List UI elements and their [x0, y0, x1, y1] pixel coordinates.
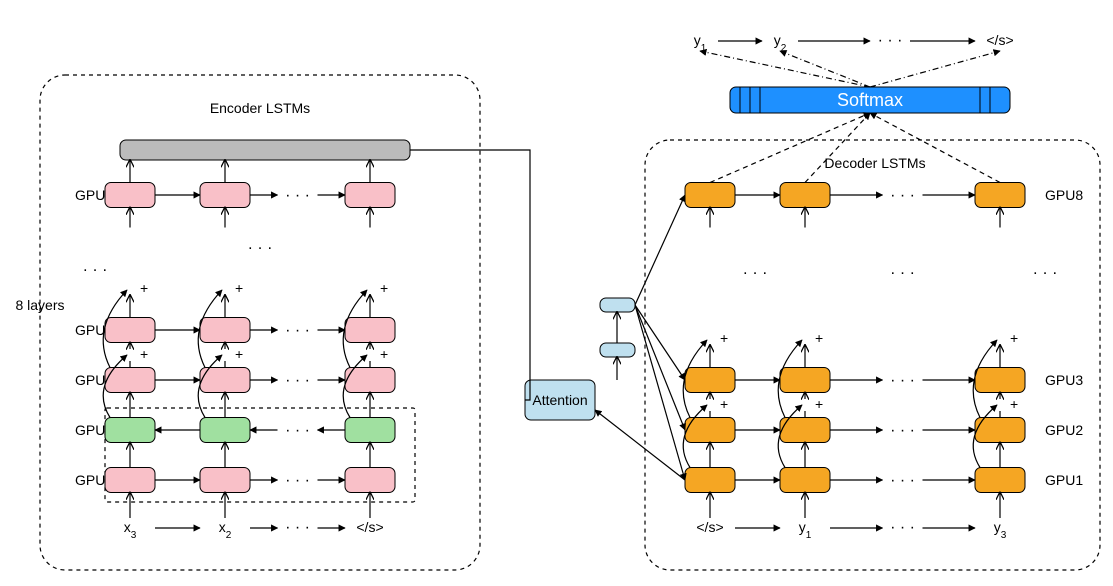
- decoder-gpu-label: GPU1: [1045, 472, 1083, 488]
- svg-text:+: +: [720, 396, 728, 412]
- encoder-node: [345, 318, 395, 343]
- decoder-node: [780, 368, 830, 393]
- decoder-node: [780, 183, 830, 208]
- svg-text:· · ·: · · ·: [285, 422, 310, 439]
- encoder-input: </s>: [356, 519, 383, 535]
- output-token: y1: [694, 32, 707, 54]
- svg-text:· · ·: · · ·: [285, 519, 310, 536]
- decoder-input: y3: [994, 519, 1007, 541]
- decoder-node: [685, 468, 735, 493]
- decoder-node: [780, 468, 830, 493]
- decoder-input: y1: [799, 519, 812, 541]
- decoder-node: [685, 183, 735, 208]
- decoder-node: [685, 368, 735, 393]
- svg-text:· · ·: · · ·: [890, 372, 915, 389]
- encoder-input: x2: [219, 519, 232, 541]
- context-vector: [600, 343, 635, 357]
- svg-text:· · ·: · · ·: [83, 262, 108, 279]
- svg-text:+: +: [815, 396, 823, 412]
- svg-text:+: +: [815, 330, 823, 346]
- plus: +: [235, 346, 243, 362]
- decoder-node: [975, 183, 1025, 208]
- encoder-node: [345, 418, 395, 443]
- svg-text:· · ·: · · ·: [890, 519, 915, 536]
- encoder-node: [105, 318, 155, 343]
- decoder-gpu-label: GPU3: [1045, 372, 1083, 388]
- svg-text:· · ·: · · ·: [890, 265, 915, 282]
- softmax-label: Softmax: [837, 90, 903, 110]
- svg-text:· · ·: · · ·: [878, 32, 903, 49]
- layers-label: 8 layers: [15, 297, 64, 313]
- decoder-node: [975, 368, 1025, 393]
- svg-text:+: +: [1010, 396, 1018, 412]
- encoder-title: Encoder LSTMs: [210, 100, 310, 116]
- decoder-title: Decoder LSTMs: [824, 155, 925, 171]
- plus: +: [140, 346, 148, 362]
- output-token: </s>: [986, 32, 1013, 48]
- svg-text:· · ·: · · ·: [285, 187, 310, 204]
- encoder-node: [200, 418, 250, 443]
- svg-text:· · ·: · · ·: [890, 422, 915, 439]
- plus: +: [140, 280, 148, 296]
- svg-text:+: +: [1010, 330, 1018, 346]
- encoder-node: [200, 318, 250, 343]
- decoder-gpu-label: GPU8: [1045, 187, 1083, 203]
- output-token: y2: [774, 32, 787, 54]
- svg-text:· · ·: · · ·: [743, 265, 768, 282]
- plus: +: [235, 280, 243, 296]
- encoder-node: [200, 468, 250, 493]
- svg-text:· · ·: · · ·: [890, 472, 915, 489]
- decoder-input: </s>: [696, 519, 723, 535]
- encoder-node: [105, 418, 155, 443]
- svg-text:· · ·: · · ·: [285, 472, 310, 489]
- decoder-gpu-label: GPU2: [1045, 422, 1083, 438]
- svg-text:· · ·: · · ·: [248, 240, 273, 257]
- plus: +: [380, 346, 388, 362]
- svg-text:· · ·: · · ·: [1033, 265, 1058, 282]
- encoder-node: [105, 183, 155, 208]
- decoder-node: [975, 468, 1025, 493]
- encoder-input: x3: [124, 519, 137, 541]
- attention-label: Attention: [532, 392, 587, 408]
- plus: +: [380, 280, 388, 296]
- svg-text:· · ·: · · ·: [890, 187, 915, 204]
- encoder-to-attention: [410, 150, 530, 400]
- encoder-node: [345, 468, 395, 493]
- encoder-node: [105, 468, 155, 493]
- svg-text:+: +: [720, 330, 728, 346]
- encoder-output-bar: [120, 140, 410, 160]
- encoder-node: [345, 183, 395, 208]
- context-vector: [600, 298, 635, 312]
- encoder-node: [200, 183, 250, 208]
- svg-text:· · ·: · · ·: [285, 322, 310, 339]
- svg-text:· · ·: · · ·: [285, 372, 310, 389]
